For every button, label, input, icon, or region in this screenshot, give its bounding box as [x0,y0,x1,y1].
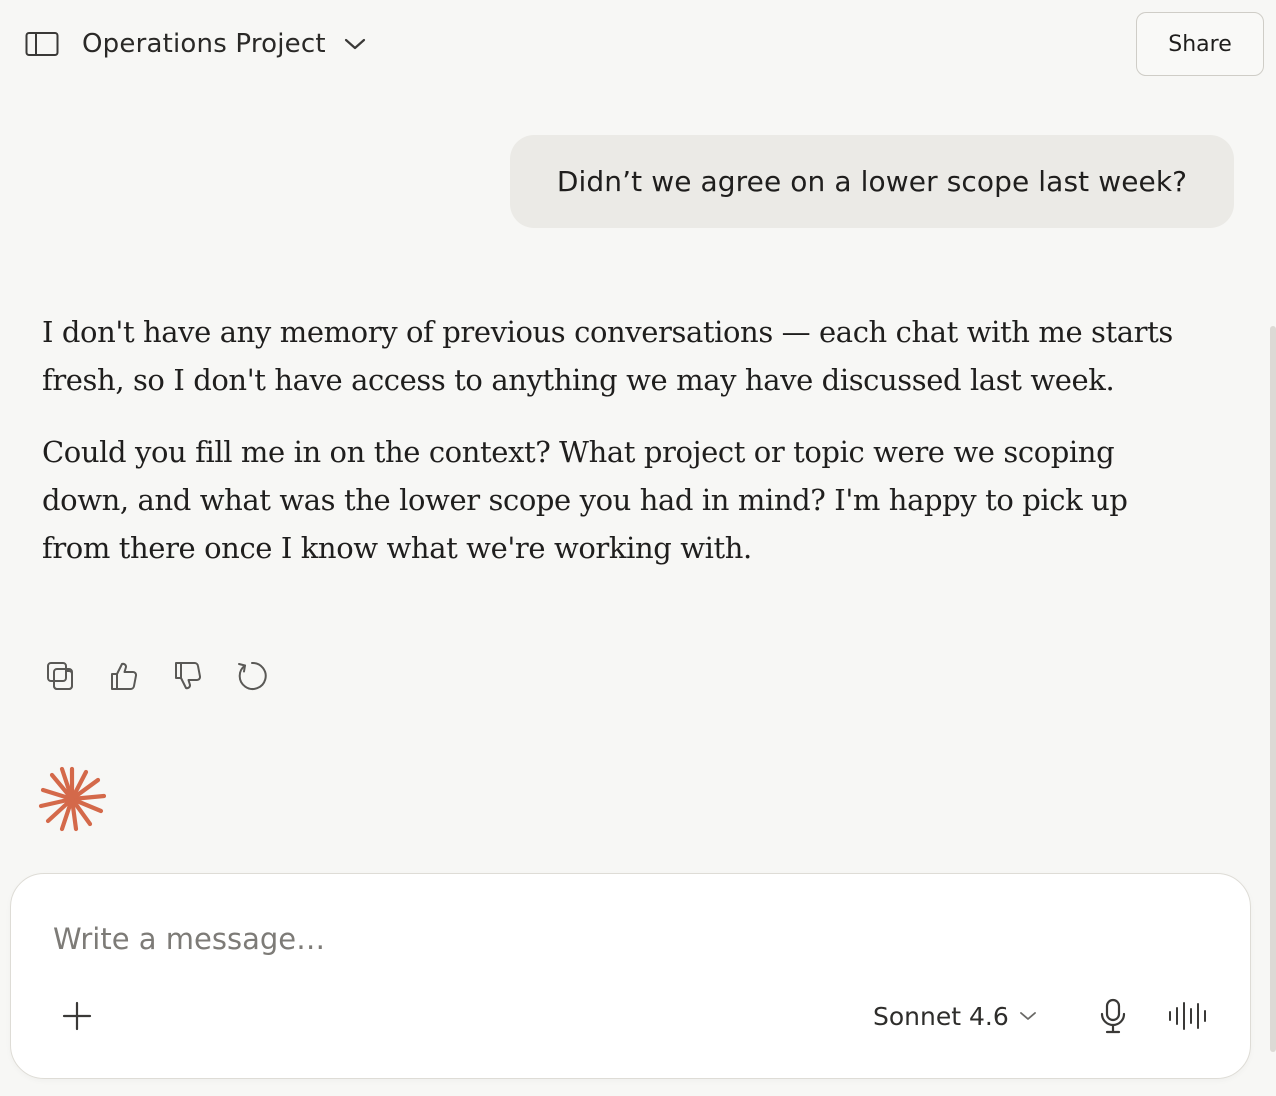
thumbs-down-button[interactable] [168,656,208,696]
top-bar: Operations Project Share [0,0,1276,88]
model-selector[interactable]: Sonnet 4.6 [873,996,1037,1036]
thumbs-down-icon [175,661,201,690]
model-label: Sonnet 4.6 [873,1001,1009,1031]
share-button[interactable]: Share [1136,12,1264,76]
scrollbar[interactable] [1270,326,1276,1052]
sidebar-toggle-button[interactable] [22,28,62,60]
voice-mode-button[interactable] [1165,996,1213,1036]
thumbs-up-button[interactable] [104,656,144,696]
assistant-paragraph: I don't have any memory of previous conv… [42,315,1173,397]
spark-logo-icon [38,766,106,832]
assistant-paragraph: Could you fill me in on the context? Wha… [42,435,1128,565]
message-actions [40,656,272,700]
copy-button[interactable] [40,656,80,696]
sidebar-toggle-icon [25,32,59,56]
project-title: Operations Project [82,29,326,59]
retry-icon [238,661,267,690]
project-title-dropdown[interactable]: Operations Project [82,26,366,62]
voice-waveform-icon [1169,1002,1206,1030]
thumbs-up-icon [111,662,137,691]
copy-icon [47,662,73,690]
plus-icon [62,1001,92,1031]
assistant-message: I don't have any memory of previous conv… [42,308,1192,596]
user-message-bubble: Didn’t we agree on a lower scope last we… [510,135,1234,228]
retry-button[interactable] [232,656,272,696]
microphone-button[interactable] [1093,996,1133,1036]
add-attachment-button[interactable] [57,996,97,1036]
microphone-icon [1100,998,1126,1034]
message-composer: Sonnet 4.6 [10,873,1251,1079]
message-input[interactable] [53,914,1193,964]
chevron-down-icon [1019,1012,1036,1020]
chevron-down-icon [344,38,365,50]
user-message-text: Didn’t we agree on a lower scope last we… [556,165,1188,198]
